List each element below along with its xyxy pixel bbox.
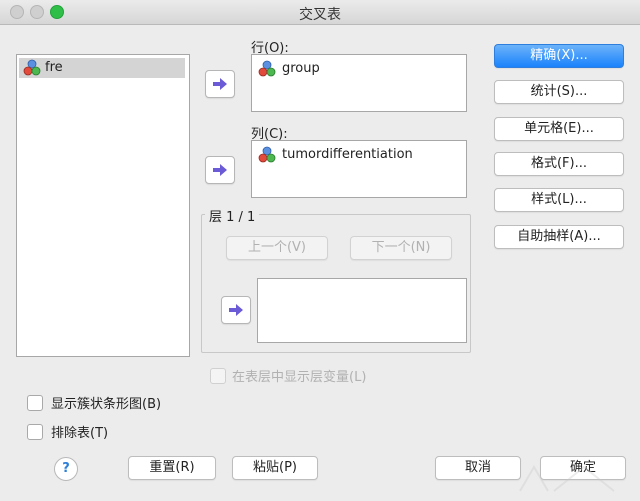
style-button[interactable]: 样式(L)... — [494, 188, 624, 212]
exact-button[interactable]: 精确(X)... — [494, 44, 624, 68]
right-arrow-icon — [213, 164, 227, 176]
statistics-button[interactable]: 统计(S)... — [494, 80, 624, 104]
variable-name: fre — [45, 60, 63, 75]
layer-list[interactable] — [257, 278, 467, 343]
rows-list[interactable]: group — [251, 54, 467, 112]
suppress-tables-checkbox[interactable] — [27, 424, 43, 440]
bootstrap-button[interactable]: 自助抽样(A)... — [494, 225, 624, 249]
variable-item-fre[interactable]: fre — [19, 58, 185, 78]
show-layer-variables-checkbox[interactable] — [210, 368, 226, 384]
move-to-rows-button[interactable] — [205, 70, 235, 98]
nominal-variable-icon — [258, 60, 276, 77]
suppress-tables-label: 排除表(T) — [51, 426, 109, 441]
format-button[interactable]: 格式(F)... — [494, 152, 624, 176]
watermark-logo — [519, 465, 615, 492]
help-button[interactable]: ? — [54, 457, 78, 481]
rows-item-group[interactable]: group — [256, 59, 456, 79]
move-to-layer-button[interactable] — [221, 296, 251, 324]
right-arrow-icon — [213, 78, 227, 90]
layer-group-title: 层 1 / 1 — [205, 206, 260, 225]
clustered-bar-chart-label: 显示簇状条形图(B) — [51, 397, 162, 412]
columns-item-tumordifferentiation[interactable]: tumordifferentiation — [256, 145, 461, 165]
cancel-button[interactable]: 取消 — [435, 456, 521, 480]
cells-button[interactable]: 单元格(E)... — [494, 117, 624, 141]
title-bar: 交叉表 — [0, 0, 640, 25]
reset-button[interactable]: 重置(R) — [128, 456, 216, 480]
columns-list[interactable]: tumordifferentiation — [251, 140, 467, 198]
paste-button[interactable]: 粘贴(P) — [232, 456, 318, 480]
show-layer-variables-label: 在表层中显示层变量(L) — [232, 370, 367, 385]
source-variable-list[interactable]: fre — [16, 54, 190, 357]
window-title: 交叉表 — [299, 7, 341, 23]
nominal-variable-icon — [23, 59, 41, 76]
nominal-variable-icon — [258, 146, 276, 163]
variable-name: tumordifferentiation — [282, 147, 413, 162]
variable-name: group — [282, 61, 320, 76]
next-layer-button[interactable]: 下一个(N) — [350, 236, 452, 260]
right-arrow-icon — [229, 304, 243, 316]
clustered-bar-chart-checkbox[interactable] — [27, 395, 43, 411]
previous-layer-button[interactable]: 上一个(V) — [226, 236, 328, 260]
move-to-columns-button[interactable] — [205, 156, 235, 184]
